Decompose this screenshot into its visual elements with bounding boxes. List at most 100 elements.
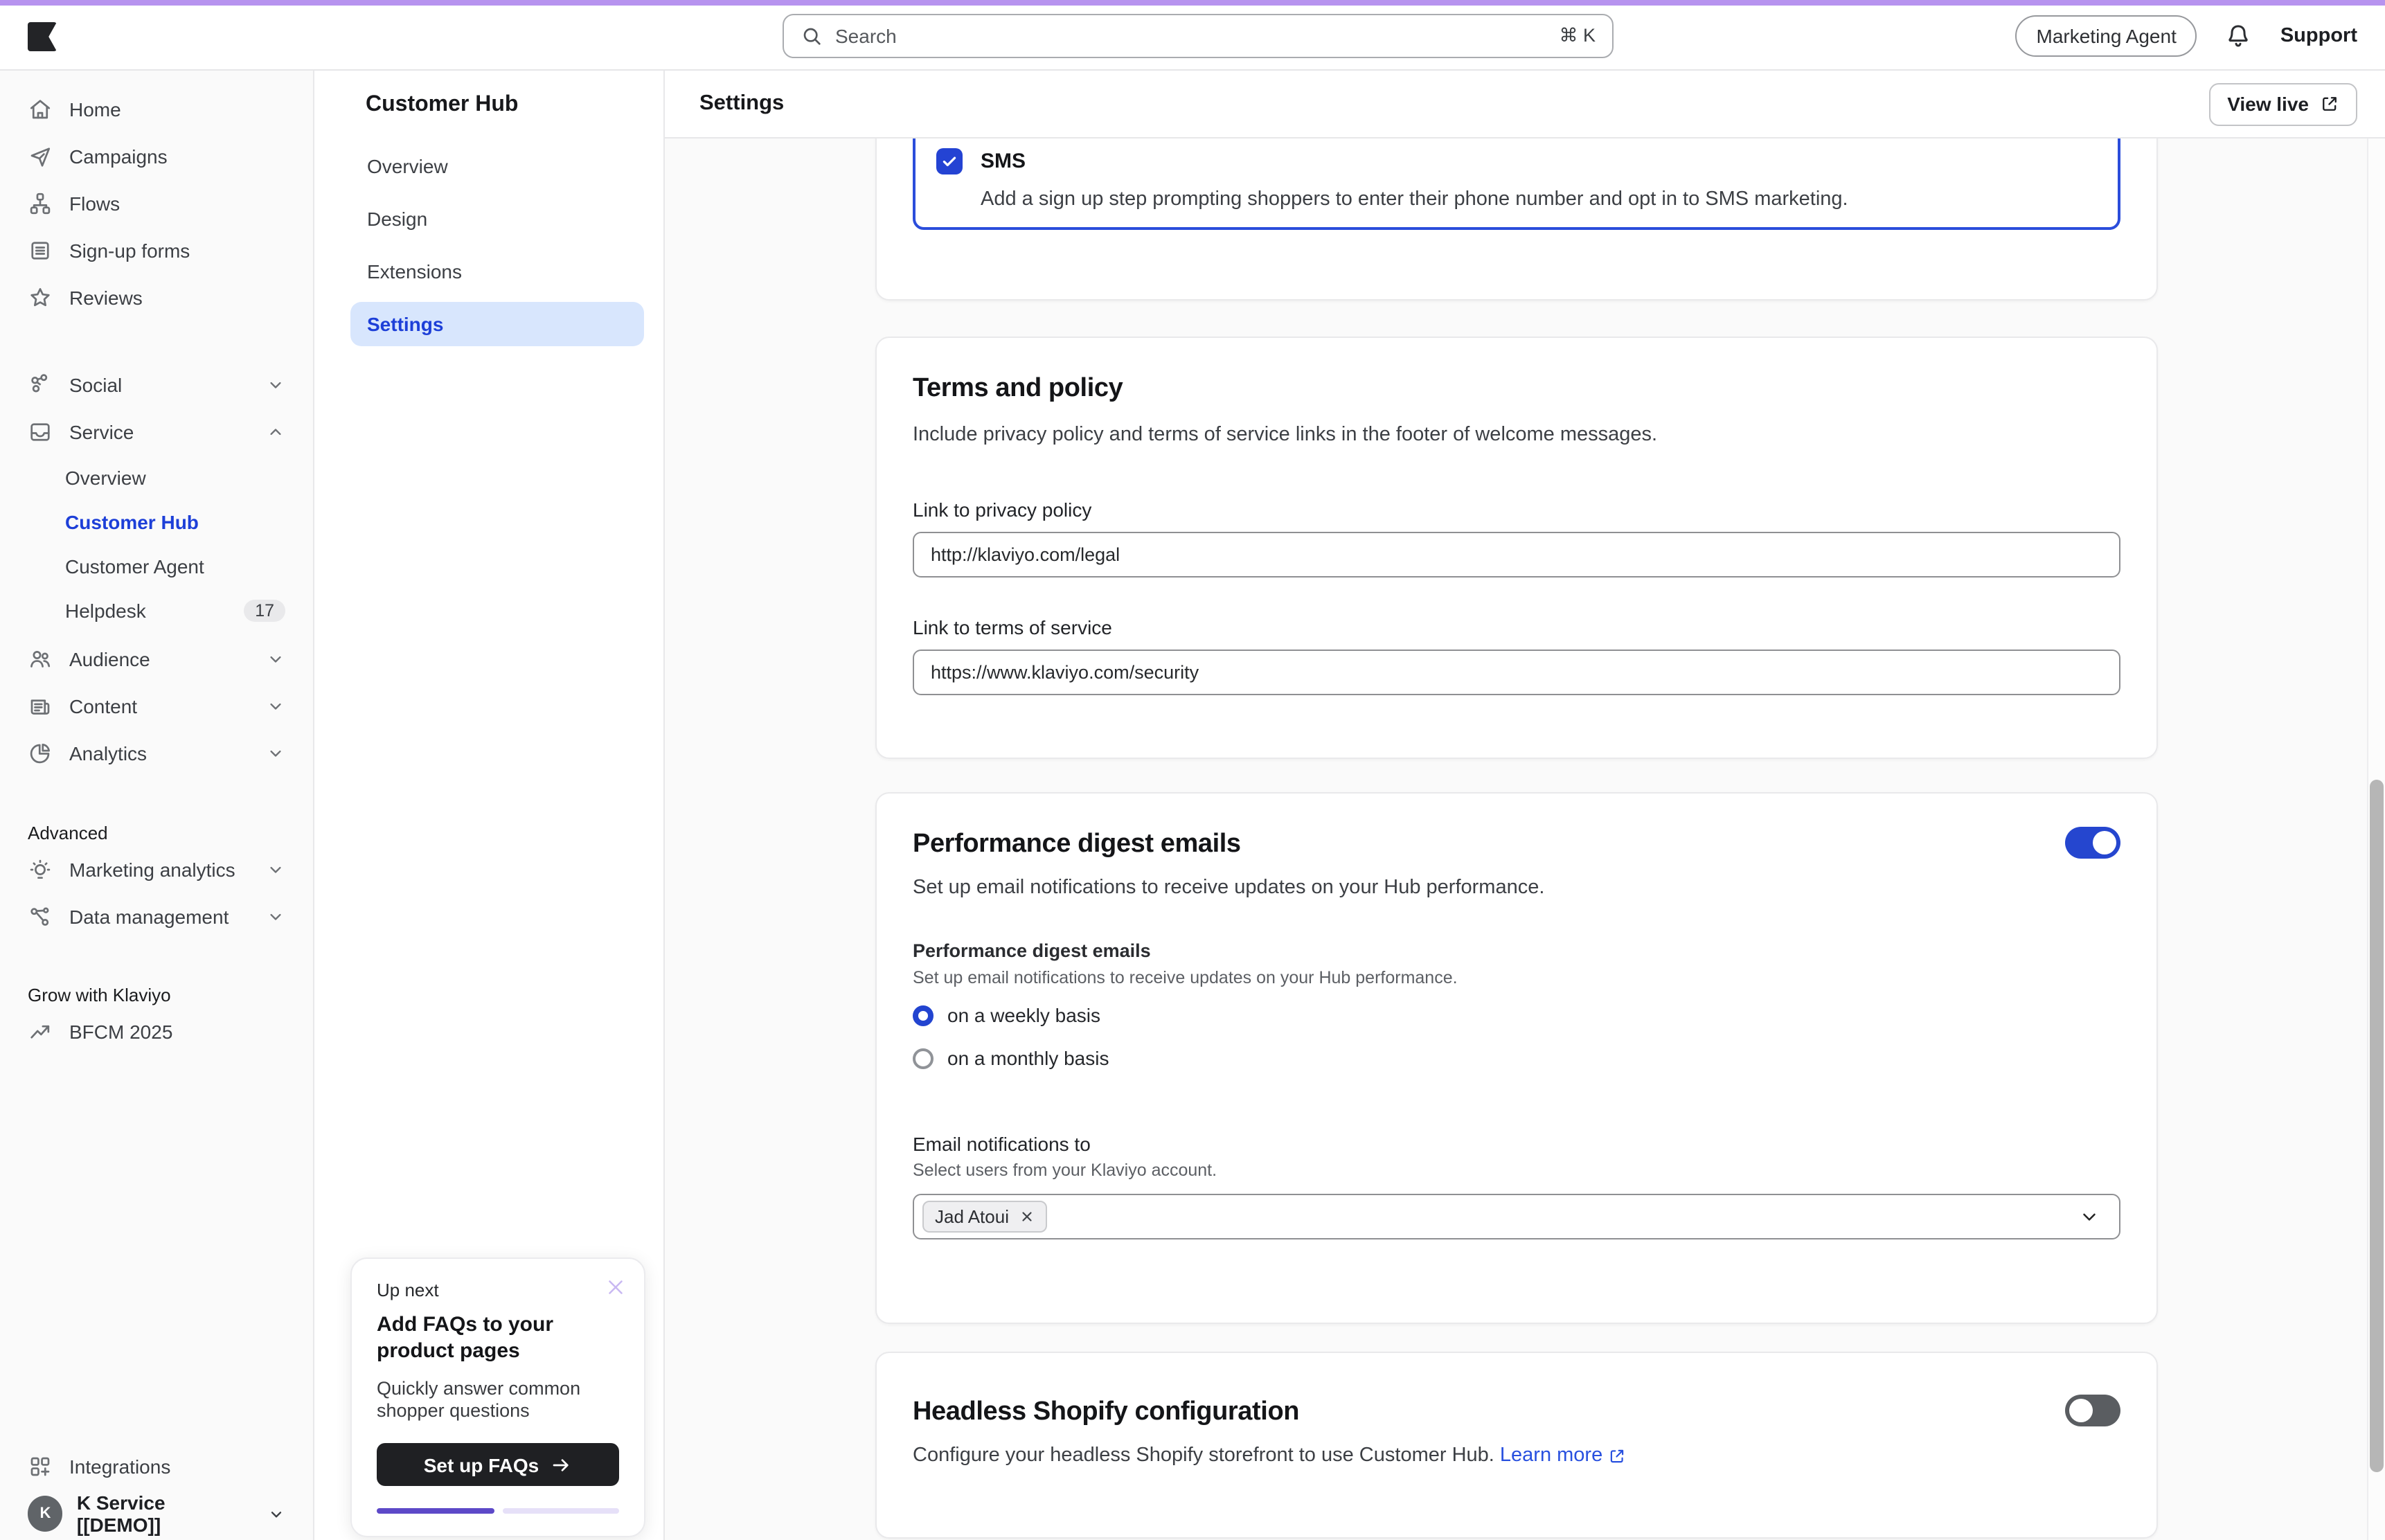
helpdesk-count-badge: 17: [244, 600, 285, 622]
email-recipients-select[interactable]: Jad Atoui: [913, 1194, 2120, 1239]
digest-sub-description: Set up email notifications to receive up…: [913, 967, 2120, 989]
chevron-down-icon: [266, 697, 285, 716]
up-next-card: Up next Add FAQs to your product pages Q…: [350, 1257, 645, 1537]
send-icon: [28, 144, 53, 169]
chevron-down-icon: [266, 650, 285, 669]
radio-selected-icon: [913, 1005, 934, 1026]
pie-chart-icon: [28, 741, 53, 766]
main-sidebar: Home Campaigns Flows Sign-up forms Revie…: [0, 71, 314, 1540]
up-next-eyebrow: Up next: [377, 1280, 619, 1300]
terms-card-description: Include privacy policy and terms of serv…: [913, 421, 2120, 449]
chevron-down-icon: [266, 375, 285, 395]
search-bar[interactable]: ⌘ K: [783, 14, 1614, 58]
view-live-button[interactable]: View live: [2209, 82, 2357, 125]
sidebar-item-data-management[interactable]: Data management: [0, 893, 313, 940]
sidebar-item-service[interactable]: Service: [0, 409, 313, 456]
radio-unselected-icon: [913, 1048, 934, 1068]
marketing-agent-button[interactable]: Marketing Agent: [2016, 15, 2197, 56]
search-icon: [801, 25, 823, 47]
sms-option-box[interactable]: SMS Add a sign up step prompting shopper…: [913, 138, 2120, 230]
progress-step-done: [377, 1508, 494, 1514]
sidebar-item-customer-hub[interactable]: Customer Hub: [0, 500, 313, 544]
sidebar-item-analytics[interactable]: Analytics: [0, 730, 313, 777]
signup-steps-card: SMS Add a sign up step prompting shopper…: [875, 138, 2158, 301]
recipient-chip[interactable]: Jad Atoui: [922, 1201, 1046, 1233]
digest-card-description: Set up email notifications to receive up…: [913, 874, 2024, 902]
close-icon[interactable]: [604, 1275, 627, 1299]
remove-recipient-icon[interactable]: [1019, 1209, 1034, 1224]
sidebar-item-customer-agent[interactable]: Customer Agent: [0, 544, 313, 589]
email-notifications-label: Email notifications to: [913, 1133, 2120, 1155]
external-link-icon: [2320, 94, 2339, 114]
search-input[interactable]: [835, 25, 1546, 47]
sidebar-item-integrations[interactable]: Integrations: [0, 1443, 313, 1490]
nodes-icon: [28, 904, 53, 929]
sms-checkbox[interactable]: [936, 147, 963, 174]
chevron-down-icon: [2079, 1206, 2100, 1227]
up-next-description: Quickly answer common shopper questions: [377, 1378, 619, 1422]
account-name: K Service [[DEMO]]: [77, 1492, 251, 1536]
sidebar-item-signup-forms[interactable]: Sign-up forms: [0, 227, 313, 274]
klaviyo-logo: [28, 22, 57, 51]
scrollbar-thumb[interactable]: [2370, 780, 2384, 1472]
digest-toggle[interactable]: [2065, 827, 2120, 859]
sidebar-item-helpdesk[interactable]: Helpdesk 17: [0, 589, 313, 633]
progress-step-todo: [502, 1508, 619, 1514]
sidebar-item-campaigns[interactable]: Campaigns: [0, 133, 313, 180]
news-icon: [28, 694, 53, 719]
chevron-down-icon: [267, 1505, 285, 1523]
sidebar-item-reviews[interactable]: Reviews: [0, 274, 313, 321]
trend-up-icon: [28, 1019, 53, 1044]
subnav-item-settings[interactable]: Settings: [350, 302, 644, 346]
notifications-bell-icon[interactable]: [2225, 21, 2253, 49]
terms-of-service-input[interactable]: [913, 650, 2120, 695]
account-avatar: K: [28, 1496, 63, 1532]
sidebar-item-content[interactable]: Content: [0, 683, 313, 730]
headless-card-description: Configure your headless Shopify storefro…: [913, 1442, 2024, 1469]
sidebar-item-service-overview[interactable]: Overview: [0, 456, 313, 500]
radio-monthly-basis[interactable]: on a monthly basis: [913, 1041, 2120, 1075]
sidebar-item-home[interactable]: Home: [0, 86, 313, 133]
set-up-faqs-button[interactable]: Set up FAQs: [377, 1443, 619, 1486]
headless-card-title: Headless Shopify configuration: [913, 1395, 2024, 1431]
sidebar-item-marketing-analytics[interactable]: Marketing analytics: [0, 846, 313, 893]
privacy-policy-input[interactable]: [913, 532, 2120, 578]
top-bar: ⌘ K Marketing Agent Support: [0, 0, 2385, 71]
up-next-title: Add FAQs to your product pages: [377, 1311, 619, 1364]
account-switcher[interactable]: K K Service [[DEMO]]: [0, 1490, 313, 1537]
chevron-down-icon: [266, 744, 285, 763]
sidebar-item-social[interactable]: Social: [0, 361, 313, 409]
share-icon: [28, 373, 53, 397]
privacy-policy-label: Link to privacy policy: [913, 499, 2120, 521]
scrollbar-gutter: [2367, 138, 2385, 1540]
headless-toggle[interactable]: [2065, 1395, 2120, 1426]
subnav-item-overview[interactable]: Overview: [350, 144, 644, 188]
support-link[interactable]: Support: [2280, 24, 2357, 46]
check-icon: [940, 152, 958, 170]
settings-scroll-area: SMS Add a sign up step prompting shopper…: [665, 138, 2385, 1540]
page-title: Settings: [699, 91, 784, 116]
chevron-down-icon: [266, 860, 285, 879]
chevron-down-icon: [266, 907, 285, 926]
people-icon: [28, 647, 53, 672]
subnav-item-design[interactable]: Design: [350, 197, 644, 241]
onboarding-progress: [377, 1508, 619, 1514]
terms-policy-card: Terms and policy Include privacy policy …: [875, 337, 2158, 759]
star-icon: [28, 285, 53, 310]
sidebar-item-audience[interactable]: Audience: [0, 636, 313, 683]
loading-stripe: [0, 0, 2385, 6]
sms-option-label: SMS: [981, 149, 1026, 172]
terms-card-title: Terms and policy: [913, 371, 2120, 407]
sidebar-item-flows[interactable]: Flows: [0, 180, 313, 227]
sidebar-item-bfcm-2025[interactable]: BFCM 2025: [0, 1008, 313, 1055]
grow-section-label: Grow with Klaviyo: [0, 981, 313, 1008]
bulb-icon: [28, 857, 53, 882]
learn-more-link[interactable]: Learn more: [1500, 1442, 1626, 1469]
terms-of-service-label: Link to terms of service: [913, 616, 2120, 638]
radio-weekly-basis[interactable]: on a weekly basis: [913, 999, 2120, 1032]
headless-shopify-card: Headless Shopify configuration Configure…: [875, 1352, 2158, 1539]
subnav-item-extensions[interactable]: Extensions: [350, 249, 644, 294]
subnav-title: Customer Hub: [366, 93, 663, 118]
chevron-up-icon: [266, 422, 285, 442]
integrations-icon: [28, 1454, 53, 1479]
